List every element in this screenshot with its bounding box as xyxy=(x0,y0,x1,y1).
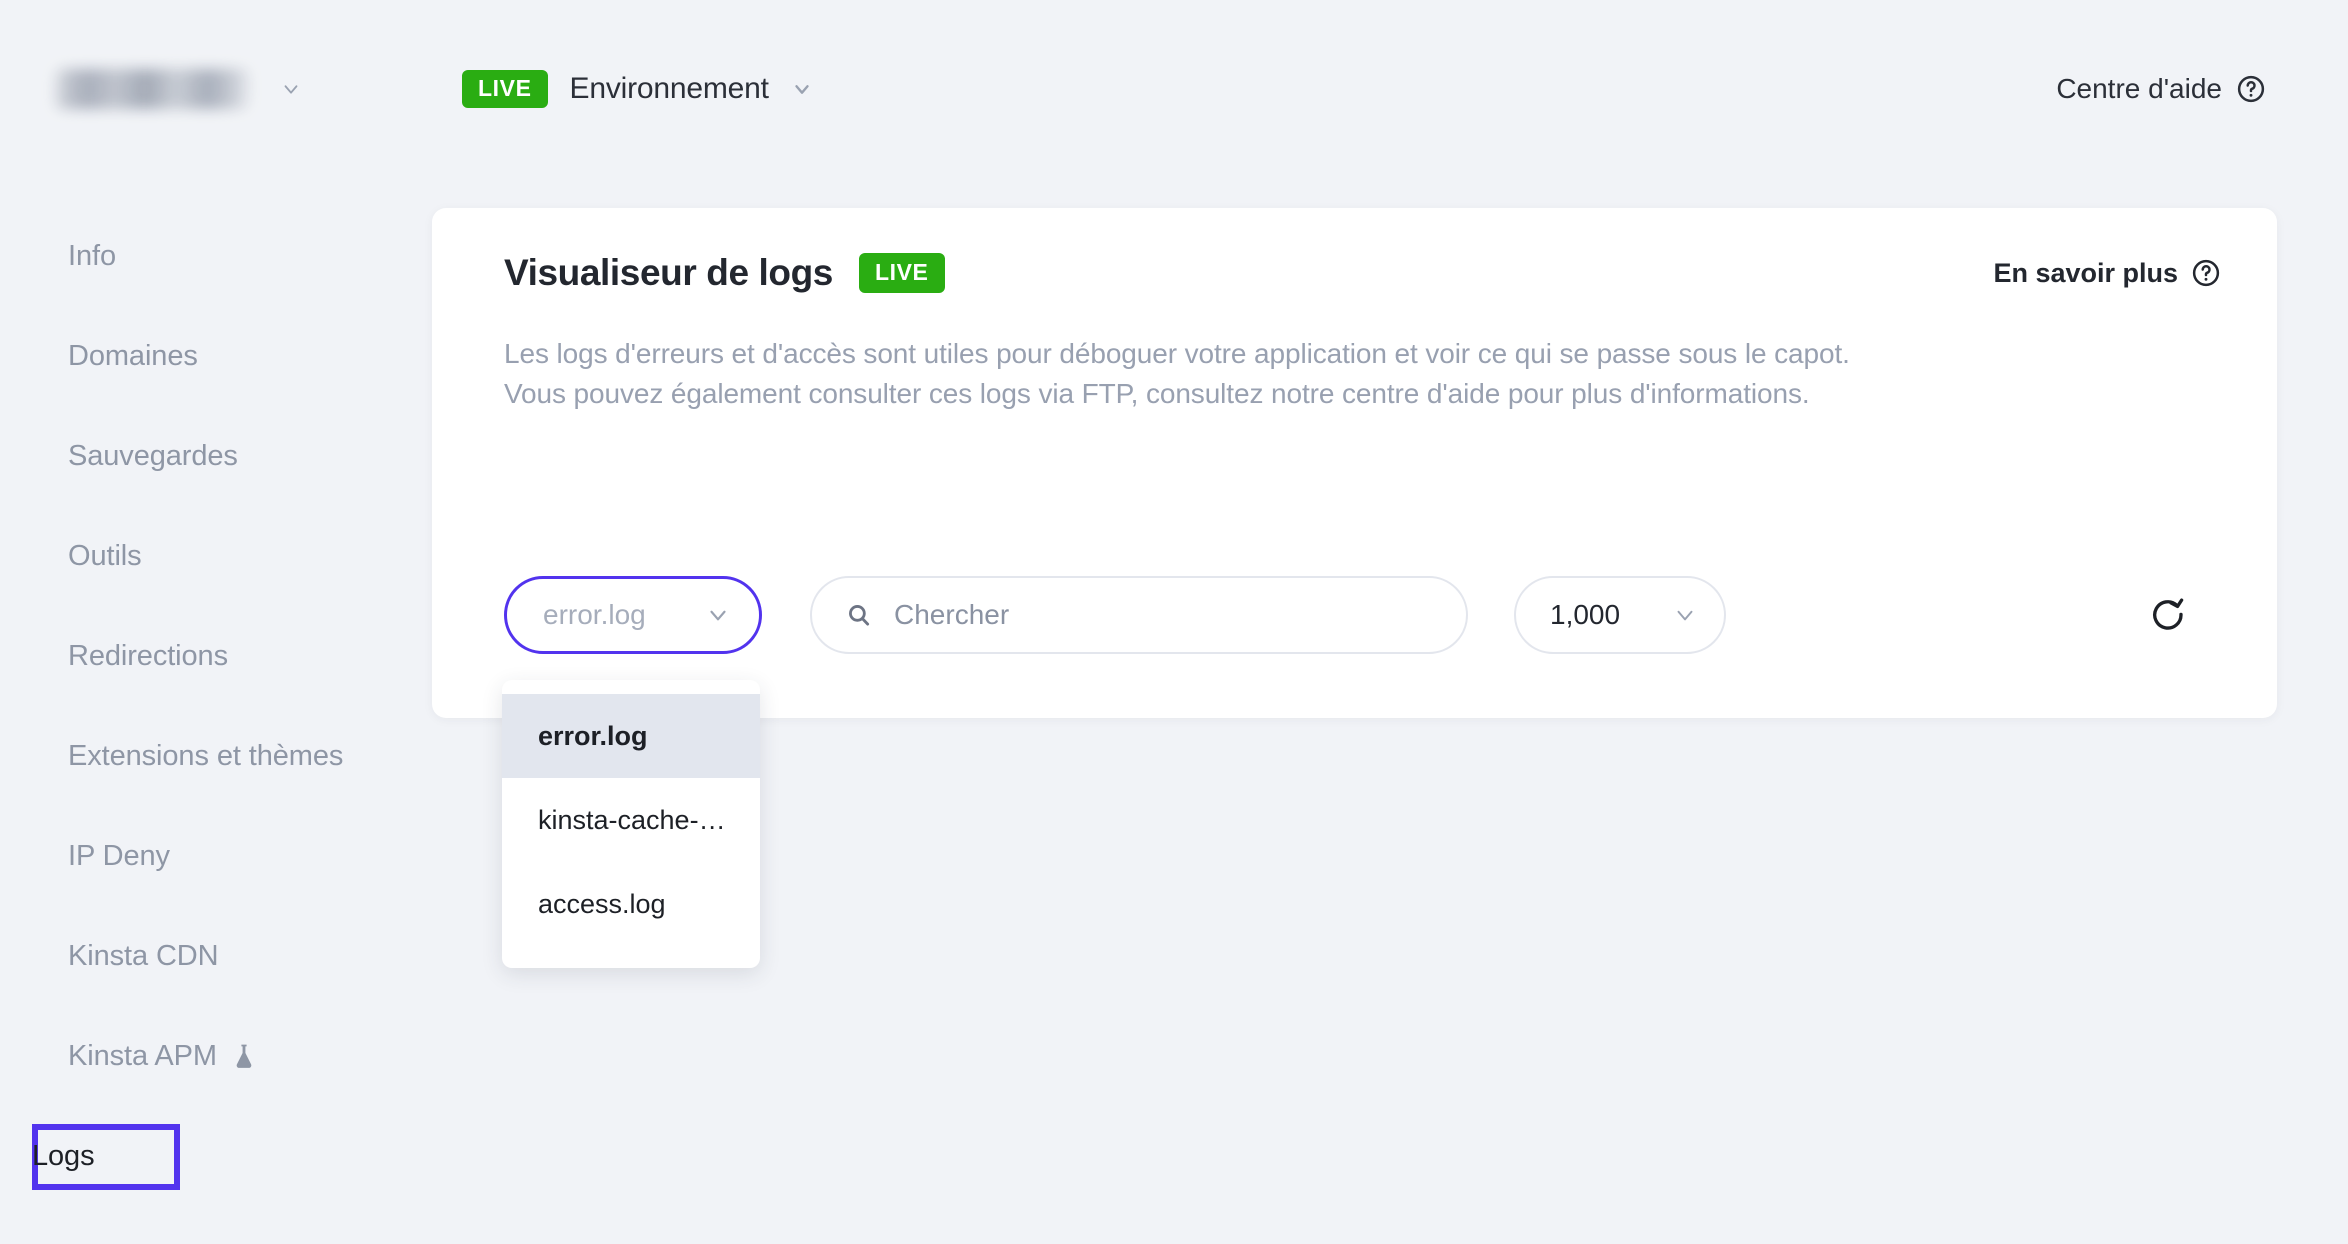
question-circle-icon xyxy=(2236,74,2266,104)
sidebar-item-label: Kinsta CDN xyxy=(68,940,219,973)
sidebar-item-domaines[interactable]: Domaines xyxy=(0,306,432,406)
dropdown-option-label: error.log xyxy=(538,721,648,752)
search-input[interactable]: Chercher xyxy=(810,576,1468,654)
help-center-link[interactable]: Centre d'aide xyxy=(2056,73,2266,105)
chevron-down-icon[interactable] xyxy=(705,602,731,628)
chevron-down-icon[interactable] xyxy=(1672,602,1698,628)
sidebar-item-redirections[interactable]: Redirections xyxy=(0,606,432,706)
chevron-down-icon[interactable] xyxy=(280,78,302,100)
env-live-badge: LIVE xyxy=(462,70,548,108)
sidebar: Info Domaines Sauvegardes Outils Redirec… xyxy=(0,178,432,1244)
learn-more-link[interactable]: En savoir plus xyxy=(1993,258,2221,289)
learn-more-label: En savoir plus xyxy=(1993,258,2178,289)
log-viewer-card: Visualiseur de logs LIVE En savoir plus … xyxy=(432,208,2277,718)
card-description: Les logs d'erreurs et d'accès sont utile… xyxy=(504,334,1904,415)
search-input-placeholder: Chercher xyxy=(894,599,1009,631)
flask-beta-icon xyxy=(233,1043,255,1069)
card-header: Visualiseur de logs LIVE En savoir plus xyxy=(432,208,2277,294)
sidebar-item-kinsta-cdn[interactable]: Kinsta CDN xyxy=(0,906,432,1006)
log-file-dropdown-menu: error.log kinsta-cache-… access.log xyxy=(502,680,760,968)
sidebar-item-logs[interactable]: Logs xyxy=(0,1106,432,1206)
site-name-redacted xyxy=(52,69,252,109)
chevron-down-icon[interactable] xyxy=(791,78,813,100)
sidebar-item-label: IP Deny xyxy=(68,840,170,873)
line-count-select[interactable]: 1,000 xyxy=(1514,576,1726,654)
sidebar-item-label: Redirections xyxy=(68,640,228,673)
sidebar-item-sauvegardes[interactable]: Sauvegardes xyxy=(0,406,432,506)
dropdown-option-access-log[interactable]: access.log xyxy=(502,862,760,946)
sidebar-item-ip-deny[interactable]: IP Deny xyxy=(0,806,432,906)
dropdown-option-label: access.log xyxy=(538,889,666,920)
dropdown-option-kinsta-cache[interactable]: kinsta-cache-… xyxy=(502,778,760,862)
sidebar-item-label: Domaines xyxy=(68,340,198,373)
sidebar-item-label: Info xyxy=(68,240,116,273)
card-live-badge: LIVE xyxy=(859,253,945,293)
sidebar-item-kinsta-apm[interactable]: Kinsta APM xyxy=(0,1006,432,1106)
question-circle-icon xyxy=(2191,258,2221,288)
dropdown-option-error-log[interactable]: error.log xyxy=(502,694,760,778)
page-title: Visualiseur de logs xyxy=(504,252,833,294)
site-switcher[interactable] xyxy=(52,69,432,109)
refresh-icon[interactable] xyxy=(2149,596,2187,634)
sidebar-item-label: Kinsta APM xyxy=(68,1040,217,1073)
sidebar-item-label: Extensions et thèmes xyxy=(68,740,343,773)
sidebar-item-extensions-et-themes[interactable]: Extensions et thèmes xyxy=(0,706,432,806)
top-bar: LIVE Environnement Centre d'aide xyxy=(0,0,2348,178)
search-icon xyxy=(846,602,872,628)
sidebar-item-label: Sauvegardes xyxy=(68,440,238,473)
dropdown-option-label: kinsta-cache-… xyxy=(538,805,726,836)
env-label: Environnement xyxy=(570,72,769,106)
sidebar-item-label: Logs xyxy=(32,1140,95,1173)
help-center-label: Centre d'aide xyxy=(2056,73,2222,105)
log-file-select[interactable]: error.log xyxy=(504,576,762,654)
controls-row: error.log Chercher 1,000 xyxy=(504,576,2221,654)
sidebar-item-label: Outils xyxy=(68,540,142,573)
environment-switcher[interactable]: LIVE Environnement xyxy=(462,70,813,108)
sidebar-item-outils[interactable]: Outils xyxy=(0,506,432,606)
sidebar-item-info[interactable]: Info xyxy=(0,206,432,306)
log-file-select-value: error.log xyxy=(543,599,646,631)
line-count-value: 1,000 xyxy=(1550,599,1620,631)
